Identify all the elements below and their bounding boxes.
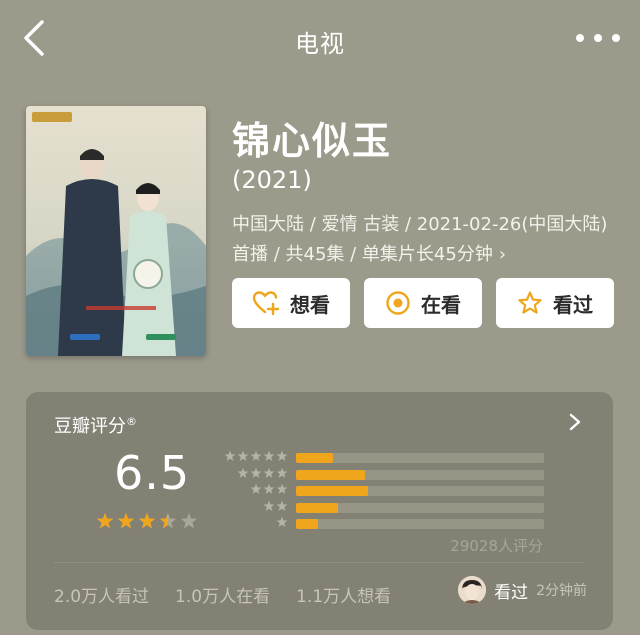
avatar-image [458,576,487,604]
small-star-icon [276,516,288,527]
distribution-bar-fill [296,502,339,513]
rating-stars [96,512,198,530]
distribution-bar-fill [296,519,319,529]
small-star-icon [276,483,288,494]
distribution-bar-fill [296,469,366,480]
user-status[interactable]: 看过 2分钟前 [458,576,587,604]
watching-count: 1.0万人在看 [175,587,271,607]
star-icon [96,512,114,529]
chevron-right-icon [569,413,581,431]
movie-title: 锦心似玉 [232,119,393,163]
distribution-bar-track [296,486,544,496]
small-star-icon [276,450,288,461]
movie-year: (2021) [232,166,312,194]
rating-count: 29028人评分 [450,537,543,555]
divider [54,562,585,563]
watching-label: 在看 [421,292,461,317]
watched-label: 看过 [553,292,593,317]
avatar [458,576,487,604]
poster-artwork [26,106,206,356]
heart-plus-icon [252,291,280,316]
rating-detail-button[interactable] [567,412,583,432]
movie-meta-text: 中国大陆 / 爱情 古装 / 2021-02-26(中国大陆)首播 / 共45集… [232,214,608,265]
small-star-icon [276,467,288,478]
small-star-icon [276,500,288,511]
small-star-icon [224,450,236,461]
small-star-icon [250,483,262,494]
star-outline-icon [518,291,542,314]
top-bar: 电视 [0,0,640,80]
watching-button[interactable]: 在看 [364,278,482,328]
small-star-icon [250,467,262,478]
distribution-bar-fill [296,453,334,463]
want-count: 1.1万人想看 [296,587,392,607]
want-to-watch-label: 想看 [290,292,330,317]
watched-button[interactable]: 看过 [496,278,614,328]
small-star-icon [263,450,275,461]
watching-circle-icon [386,291,410,315]
watched-count: 2.0万人看过 [54,587,150,607]
small-star-icon [263,483,275,494]
page-title: 电视 [295,30,345,58]
more-dot-icon [594,34,602,42]
star-icon [138,512,156,529]
registered-mark: ® [126,415,137,428]
more-dot-icon [576,34,584,42]
distribution-bar-track [296,453,544,463]
audience-stats: 2.0万人看过 1.0万人在看 1.1万人想看 [54,582,391,607]
star-icon [117,512,135,529]
small-star-icon [250,450,262,461]
distribution-bar-track [296,519,544,529]
more-dot-icon [612,34,620,42]
distribution-bar-track [296,469,544,480]
star-icon [159,512,177,529]
distribution-bar-track [296,502,544,513]
chevron-right-icon: › [498,244,507,265]
small-star-icon [263,500,275,511]
small-star-icon [237,467,249,478]
status-time: 2分钟前 [536,583,587,599]
distribution-bar-fill [296,486,368,496]
status-label: 看过 [494,582,529,603]
want-to-watch-button[interactable]: 想看 [232,278,350,328]
action-buttons: 想看 在看 看过 [232,278,614,328]
rating-header-label: 豆瓣评分 [54,416,126,437]
rating-score: 6.5 [114,446,191,500]
small-star-icon [263,467,275,478]
more-options-button[interactable] [576,28,620,48]
star-icon [180,512,198,529]
rating-header: 豆瓣评分® [54,412,137,438]
rating-card[interactable]: 豆瓣评分® 6.5 29028人评分 2.0万人看过 1.0万人在看 1.1万人… [26,392,613,630]
movie-meta[interactable]: 中国大陆 / 爱情 古装 / 2021-02-26(中国大陆)首播 / 共45集… [232,210,612,270]
poster-image[interactable] [26,106,206,356]
small-star-icon [237,450,249,461]
